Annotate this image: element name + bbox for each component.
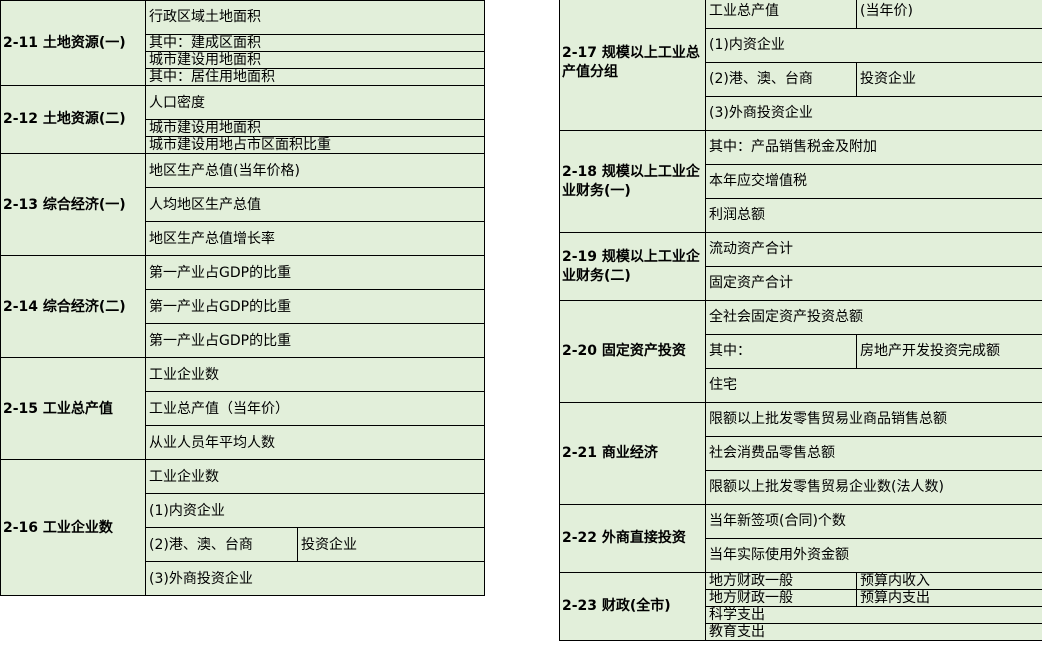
table-row: 2-21 商业经济 限额以上批发零售贸易业商品销售总额 (559, 402, 1042, 505)
table-row: 2-22 外商直接投资 当年新签项(合同)个数 (559, 504, 1042, 573)
table-cell: 教育支出 (705, 623, 1042, 642)
table-cell: 城市建设用地面积 (145, 51, 485, 70)
table-cell: (2)港、澳、台商 (705, 62, 857, 97)
table-row: 2-18 规模以上工业企业财务(一) 其中：产品销售税金及附加 (559, 130, 1042, 233)
table-cell: 固定资产合计 (705, 266, 1042, 301)
right-table: 2-17 规模以上工业总产值分组 工业总产值 (当年价) (1)内资企业 (2)… (559, 0, 1042, 642)
table-cell: 利润总额 (705, 198, 1042, 233)
section-title: 2-12 土地资源(二) (0, 85, 146, 155)
table-cell: 预算内支出 (856, 589, 1042, 608)
table-cell: 房地产开发投资完成额 (856, 334, 1042, 369)
table-cell: 限额以上批发零售贸易企业数(法人数) (705, 470, 1042, 505)
table-cell: 流动资产合计 (705, 232, 1042, 267)
table-row: 2-20 固定资产投资 全社会固定资产投资总额 (559, 300, 1042, 403)
table-cell: 其中：建成区面积 (145, 33, 485, 53)
table-cell: 当年新签项(合同)个数 (705, 504, 1042, 539)
table-cell: 第一产业占GDP的比重 (145, 255, 485, 291)
table-row: 2-12 土地资源(二) 人口密度 (0, 85, 485, 155)
table-row: 2-17 规模以上工业总产值分组 工业总产值 (当年价) (559, 0, 1042, 131)
section-title: 2-16 工业企业数 (0, 459, 146, 597)
table-cell: 科学支出 (705, 606, 1042, 625)
table-cell: 从业人员年平均人数 (145, 425, 485, 461)
table-cell: 当年实际使用外资金额 (705, 538, 1042, 573)
table-cell: (1)内资企业 (145, 493, 485, 529)
table-cell: 其中： (705, 334, 857, 369)
section-title: 2-18 规模以上工业企业财务(一) (559, 130, 706, 233)
table-cell: 工业企业数 (145, 459, 485, 495)
table-cell: 地区生产总值(当年价格) (145, 153, 485, 189)
table-cell: 城市建设用地占市区面积比重 (145, 136, 485, 155)
section-title: 2-17 规模以上工业总产值分组 (559, 0, 706, 131)
table-cell: (当年价) (856, 0, 1042, 29)
table-cell: 预算内收入 (856, 571, 1042, 591)
section-title: 2-23 财政(全市) (559, 571, 706, 642)
table-cell: 投资企业 (856, 62, 1042, 97)
left-table: 2-11 土地资源(一) 行政区域土地面积 其中：建成区面积 城市建设用地面积 … (0, 0, 485, 597)
section-title: 2-14 综合经济(二) (0, 255, 146, 359)
table-row: 2-19 规模以上工业企业财务(二) 流动资产合计 (559, 232, 1042, 301)
table-cell: (2)港、澳、台商 (145, 527, 298, 563)
table-cell: 城市建设用地面积 (145, 119, 485, 138)
table-cell: 行政区域土地面积 (145, 0, 485, 35)
table-cell: (3)外商投资企业 (145, 561, 485, 597)
table-row: 2-14 综合经济(二) 第一产业占GDP的比重 (0, 255, 485, 359)
section-title: 2-22 外商直接投资 (559, 504, 706, 573)
table-cell: 工业总产值 (705, 0, 857, 29)
table-cell: (3)外商投资企业 (705, 96, 1042, 131)
table-cell: 人均地区生产总值 (145, 187, 485, 223)
section-title: 2-11 土地资源(一) (0, 0, 146, 87)
table-row: 2-13 综合经济(一) 地区生产总值(当年价格) (0, 153, 485, 257)
table-cell: 社会消费品零售总额 (705, 436, 1042, 471)
table-cell: 本年应交增值税 (705, 164, 1042, 199)
table-cell: 投资企业 (297, 527, 485, 563)
table-cell: (1)内资企业 (705, 28, 1042, 63)
table-cell: 工业总产值（当年价） (145, 391, 485, 427)
section-title: 2-19 规模以上工业企业财务(二) (559, 232, 706, 301)
table-cell: 住宅 (705, 368, 1042, 403)
table-cell: 第一产业占GDP的比重 (145, 323, 485, 359)
table-cell: 地区生产总值增长率 (145, 221, 485, 257)
section-title: 2-15 工业总产值 (0, 357, 146, 461)
table-cell: 地方财政一般 (705, 571, 857, 591)
table-cell: 限额以上批发零售贸易业商品销售总额 (705, 402, 1042, 437)
table-row: 2-23 财政(全市) 地方财政一般 预算内收入 (559, 571, 1042, 642)
table-row: 2-16 工业企业数 工业企业数 (0, 459, 485, 597)
section-title: 2-13 综合经济(一) (0, 153, 146, 257)
section-title: 2-21 商业经济 (559, 402, 706, 505)
section-title: 2-20 固定资产投资 (559, 300, 706, 403)
table-cell: 其中：产品销售税金及附加 (705, 130, 1042, 165)
table-cell: 人口密度 (145, 85, 485, 121)
table-cell: 全社会固定资产投资总额 (705, 300, 1042, 335)
table-cell: 地方财政一般 (705, 589, 857, 608)
table-cell: 其中：居住用地面积 (145, 68, 485, 87)
table-row: 2-11 土地资源(一) 行政区域土地面积 (0, 0, 485, 87)
table-cell: 工业企业数 (145, 357, 485, 393)
table-cell: 第一产业占GDP的比重 (145, 289, 485, 325)
table-row: 2-15 工业总产值 工业企业数 (0, 357, 485, 461)
